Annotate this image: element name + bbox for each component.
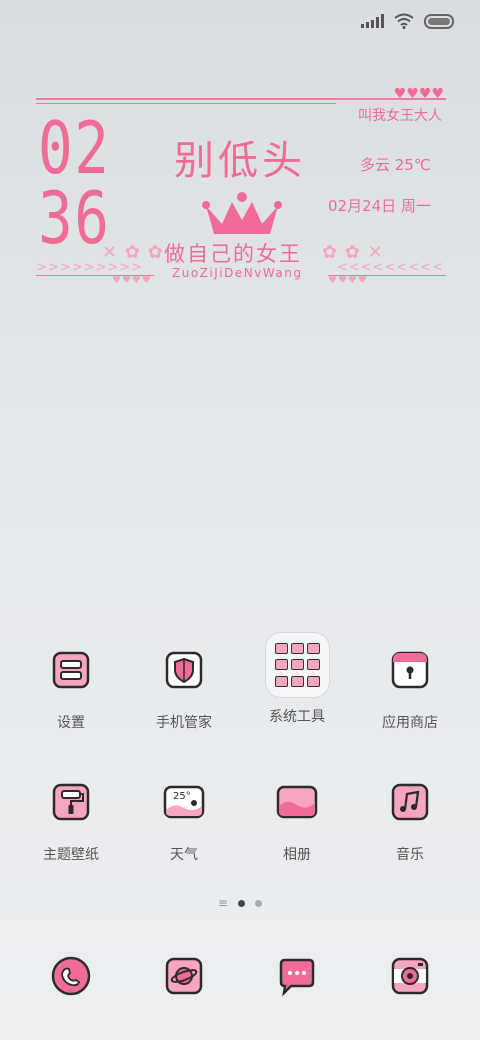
browser-planet-icon	[154, 946, 214, 1006]
folder-icon	[264, 630, 330, 700]
app-label: 设置	[57, 715, 85, 731]
page-dot[interactable]	[255, 899, 263, 907]
page-indicator[interactable]: ≡	[0, 896, 480, 910]
crown-icon	[202, 192, 282, 234]
app-label: 系统工具	[269, 709, 325, 725]
phone-icon	[41, 946, 101, 1006]
app-settings[interactable]: 设置	[16, 640, 126, 732]
wifi-icon	[394, 13, 414, 29]
app-music[interactable]: 音乐	[355, 772, 465, 864]
weather-text: 多云 25℃	[360, 156, 431, 174]
left-arrows: >>>>>>>>>	[36, 260, 144, 275]
hearts-right: ♥♥♥♥	[328, 275, 368, 286]
dock-messages[interactable]	[242, 946, 352, 1006]
dock-camera[interactable]	[355, 946, 465, 1006]
slogan-pinyin: ZuoZiJiDeNvWang	[172, 266, 303, 280]
theme-brush-icon	[41, 772, 101, 832]
camera-icon	[380, 946, 440, 1006]
dock-phone[interactable]	[16, 946, 126, 1006]
top-line-2	[36, 103, 336, 104]
music-icon	[380, 772, 440, 832]
app-phone-manager[interactable]: 手机管家	[129, 640, 239, 732]
app-label: 音乐	[396, 847, 424, 863]
status-bar	[361, 10, 454, 32]
minute: 36	[38, 176, 111, 260]
app-store-icon	[380, 640, 440, 700]
signal-icon	[361, 14, 384, 28]
app-system-tools[interactable]: 系统工具	[242, 630, 352, 726]
app-label: 相册	[283, 847, 311, 863]
headline: 别低头	[174, 138, 306, 184]
app-weather[interactable]: 25° 天气	[129, 772, 239, 864]
battery-icon	[424, 13, 454, 29]
app-label: 主题壁纸	[43, 847, 99, 863]
dock-browser[interactable]	[129, 946, 239, 1006]
security-shield-icon	[154, 640, 214, 700]
app-label: 手机管家	[156, 715, 212, 731]
messages-icon	[267, 946, 327, 1006]
app-store[interactable]: 应用商店	[355, 640, 465, 732]
weather-temp: 25°	[173, 791, 191, 802]
right-arrows: <<<<<<<<<	[336, 260, 444, 275]
top-line	[36, 98, 446, 100]
page-dot-active[interactable]	[238, 899, 246, 907]
clock-widget[interactable]: ♥♥♥♥ 叫我女王大人 02 36 别低头 多云 25℃ 02月24日 周一 ✕…	[36, 86, 446, 286]
hearts-left: ♥♥♥♥	[112, 275, 152, 286]
slogan: 做自己的女王	[164, 242, 302, 266]
app-gallery[interactable]: 相册	[242, 772, 352, 864]
date-text: 02月24日 周一	[328, 197, 431, 215]
app-themes[interactable]: 主题壁纸	[16, 772, 126, 864]
weather-icon: 25°	[154, 772, 214, 832]
gallery-icon	[267, 772, 327, 832]
app-label: 天气	[170, 847, 198, 863]
hour: 02	[38, 106, 111, 190]
home-list-icon[interactable]: ≡	[218, 896, 228, 910]
tagline: 叫我女王大人	[358, 108, 442, 124]
settings-icon	[41, 640, 101, 700]
app-label: 应用商店	[382, 715, 438, 731]
